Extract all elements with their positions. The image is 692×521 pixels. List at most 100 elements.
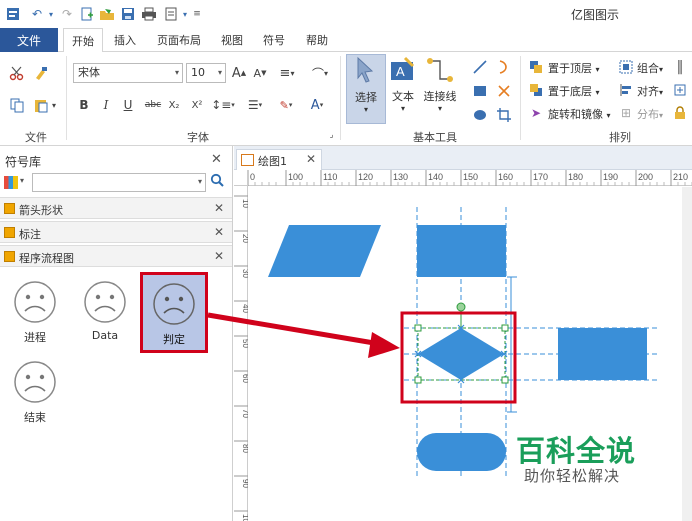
sad-face-icon <box>153 283 195 325</box>
vertical-scrollbar[interactable] <box>682 187 692 521</box>
chevron-down-icon: ▾ <box>363 105 368 114</box>
font-color-icon[interactable]: A ▾ <box>306 96 328 114</box>
library-section-label: 标注 <box>19 228 41 241</box>
copy-icon[interactable] <box>8 96 26 114</box>
ruler-label: 190 <box>603 172 618 182</box>
ruler-label: 10 <box>241 199 248 208</box>
ribbon-separator <box>340 56 341 140</box>
close-icon[interactable]: ✕ <box>214 225 224 239</box>
library-section-label: 箭头形状 <box>19 204 63 217</box>
curve-tool-icon[interactable] <box>495 58 513 76</box>
highlight-icon[interactable]: ✎ ▾ <box>274 96 298 114</box>
rectangle-tool-icon[interactable] <box>471 82 489 100</box>
tab-view[interactable]: 视图 <box>214 28 250 52</box>
close-icon[interactable]: ✕ <box>214 249 224 263</box>
crop-tool-icon[interactable] <box>495 106 513 124</box>
shape-process[interactable]: 进程 <box>5 279 65 345</box>
close-icon[interactable]: ✕ <box>214 201 224 215</box>
group-button[interactable]: 组合▾ <box>637 60 663 76</box>
library-section-icon <box>4 251 15 262</box>
italic-button[interactable]: I <box>99 96 113 114</box>
line-spacing-icon[interactable]: ↕≡ ▾ <box>211 96 235 114</box>
lock-icon[interactable] <box>673 105 687 121</box>
select-tool-label: 选择 <box>355 91 377 104</box>
line-tool-icon[interactable] <box>471 58 489 76</box>
shape-decision[interactable]: 判定 <box>140 272 208 353</box>
distribute-button[interactable]: 分布▾ <box>637 106 663 122</box>
bold-button[interactable]: B <box>77 96 91 114</box>
group-label-file: 文件 <box>25 131 47 144</box>
new-file-icon[interactable] <box>78 5 96 23</box>
format-painter-icon[interactable] <box>32 64 50 82</box>
chevron-down-icon[interactable]: ▾ <box>20 176 24 185</box>
tab-symbols[interactable]: 符号 <box>256 28 292 52</box>
connector-tool-label: 连接线 <box>423 90 457 103</box>
underline-button[interactable]: U <box>121 96 135 114</box>
bring-to-front-button[interactable]: 置于顶层 ▾ <box>548 60 600 76</box>
sad-face-icon <box>14 361 56 403</box>
chevron-down-icon: ▾ <box>174 68 179 77</box>
size-icon[interactable]: ‖ <box>673 59 687 75</box>
strikethrough-button[interactable]: abc <box>143 96 163 114</box>
increase-font-icon[interactable]: A ▲ <box>231 64 247 82</box>
connector-icon <box>427 58 453 82</box>
ruler-label: 70 <box>241 409 248 418</box>
search-icon[interactable] <box>210 173 224 191</box>
send-to-back-button[interactable]: 置于底层 ▾ <box>548 83 600 99</box>
library-section-callouts[interactable]: 标注 ✕ <box>0 221 232 243</box>
rotate-handle[interactable] <box>456 302 466 312</box>
select-tool-button[interactable]: 选择 ▾ <box>346 54 386 124</box>
font-name-select[interactable]: 宋体 ▾ <box>73 63 183 83</box>
library-section-flowchart[interactable]: 程序流程图 ✕ <box>0 245 232 267</box>
decrease-font-icon[interactable]: A ▼ <box>252 64 268 82</box>
ellipse-tool-icon[interactable] <box>471 106 489 124</box>
ruler-label: 210 <box>673 172 688 182</box>
line-style-icon[interactable]: ⌒ ▾ <box>307 64 333 82</box>
rectangle-shape[interactable] <box>558 328 647 380</box>
rotate-mirror-button[interactable]: 旋转和镜像 ▾ <box>548 106 611 122</box>
file-menu-button[interactable]: 文件 <box>0 28 58 52</box>
close-icon[interactable]: ✕ <box>211 152 222 167</box>
group-label: 组合 <box>637 62 659 75</box>
font-size-select[interactable]: 10 ▾ <box>186 63 226 83</box>
text-align-icon[interactable]: ≡ ▾ <box>277 64 297 82</box>
tab-page-layout[interactable]: 页面布局 <box>150 28 208 52</box>
shape-end[interactable]: 结束 <box>5 359 65 425</box>
open-folder-icon[interactable] <box>98 5 116 23</box>
paste-icon[interactable] <box>32 96 50 114</box>
sad-face-icon <box>14 281 56 323</box>
decision-diamond-shape[interactable] <box>418 328 504 380</box>
align-button[interactable]: 对齐▾ <box>637 83 663 99</box>
redo-icon[interactable]: ↷ <box>58 5 76 23</box>
connector-tool-button[interactable]: 连接线 ▾ <box>421 56 459 113</box>
chevron-down-icon[interactable]: ▾ <box>198 177 202 186</box>
library-search-input[interactable]: ▾ <box>32 173 206 192</box>
customize-quick-access-icon[interactable]: ≡ <box>188 5 206 23</box>
tab-help[interactable]: 帮助 <box>298 28 336 52</box>
terminator-shape[interactable] <box>417 433 506 471</box>
font-dialog-launcher-icon[interactable]: ⌟ <box>327 130 336 139</box>
bullet-list-icon[interactable]: ☰ ▾ <box>244 96 266 114</box>
paste-dropdown-icon[interactable]: ▾ <box>50 98 58 112</box>
print-icon[interactable] <box>140 5 158 23</box>
tab-home[interactable]: 开始 <box>63 28 103 53</box>
close-icon[interactable]: ✕ <box>306 152 316 166</box>
tab-insert[interactable]: 插入 <box>107 28 143 52</box>
superscript-button[interactable]: X² <box>189 96 205 114</box>
highlight-arrow <box>207 312 400 358</box>
bring-to-front-label: 置于顶层 <box>548 62 592 75</box>
subscript-button[interactable]: X₂ <box>166 96 182 114</box>
text-tool-button[interactable]: A 文本 ▾ <box>388 56 418 113</box>
library-section-icon <box>4 227 15 238</box>
library-section-arrows[interactable]: 箭头形状 ✕ <box>0 197 232 219</box>
cross-tool-icon[interactable] <box>495 82 513 100</box>
library-category-icon[interactable] <box>4 176 18 189</box>
document-tab[interactable]: 绘图1 ✕ <box>236 149 322 170</box>
parallelogram-shape[interactable] <box>268 225 381 277</box>
save-icon[interactable] <box>119 5 137 23</box>
position-icon[interactable] <box>673 82 687 98</box>
shape-data[interactable]: Data <box>75 279 135 342</box>
watermark-subtitle: 助你轻松解决 <box>524 467 621 485</box>
cut-icon[interactable] <box>8 64 26 82</box>
group-label-font: 字体 <box>187 131 209 144</box>
